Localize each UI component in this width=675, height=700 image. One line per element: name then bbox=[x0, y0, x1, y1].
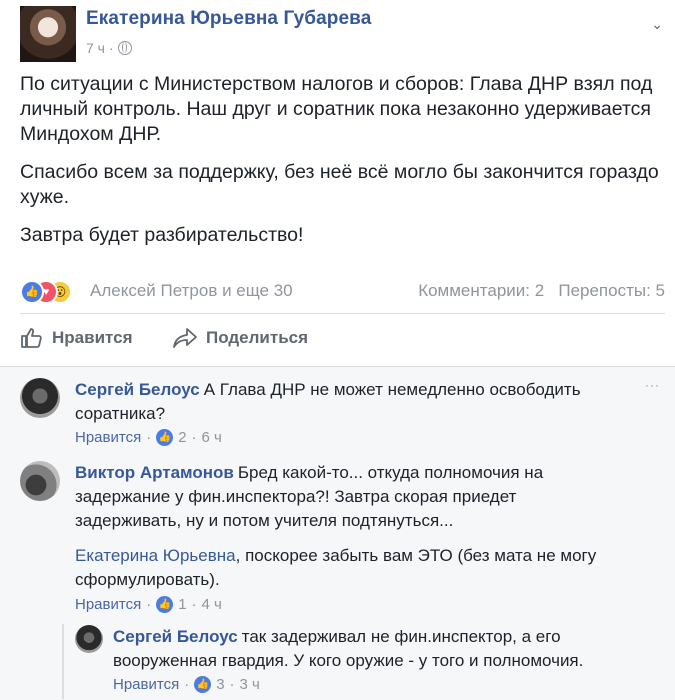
reply-avatar[interactable] bbox=[75, 625, 103, 653]
post-paragraph: Спасибо всем за поддержку, без неё всё м… bbox=[20, 161, 659, 208]
post-header: Екатерина Юрьевна Губарева 7 ч · ⌄ bbox=[20, 6, 665, 62]
comment-body: Виктор Артамонов Бред какой-то... откуда … bbox=[75, 461, 615, 533]
comment-like-count[interactable]: 2 bbox=[178, 429, 186, 446]
reply-body: Сергей Белоус так задерживал не фин.инспе… bbox=[113, 625, 633, 673]
comment-meta: Нравится · 👍 1 · 4 ч bbox=[75, 596, 222, 613]
comment-author[interactable]: Сергей Белоус bbox=[75, 380, 200, 399]
like-count-icon: 👍 bbox=[156, 596, 174, 613]
share-button-label: Поделиться bbox=[206, 328, 309, 347]
like-button[interactable]: Нравится bbox=[20, 326, 133, 350]
comment-options-icon[interactable]: ··· bbox=[645, 378, 660, 392]
post-meta: 7 ч · bbox=[86, 40, 132, 56]
commenter-avatar[interactable] bbox=[20, 378, 60, 418]
comment-meta: Нравится · 👍 2 · 6 ч bbox=[75, 429, 222, 446]
reply-like-link[interactable]: Нравится bbox=[113, 676, 179, 693]
post-time[interactable]: 7 ч bbox=[86, 40, 105, 56]
post-stats: Комментарии: 2 Перепосты: 5 bbox=[418, 281, 665, 301]
meta-dot: · bbox=[146, 429, 152, 446]
comment-like-link[interactable]: Нравится bbox=[75, 429, 141, 446]
thumbs-up-icon bbox=[21, 328, 42, 348]
comment-like-count[interactable]: 1 bbox=[178, 596, 186, 613]
comment-mention[interactable]: Екатерина Юрьевна bbox=[75, 546, 236, 565]
share-arrow-icon bbox=[173, 328, 197, 348]
reply-like-count[interactable]: 3 bbox=[216, 676, 224, 693]
reply-meta: Нравится · 👍 3 · 3 ч bbox=[113, 676, 260, 693]
reply-time[interactable]: 3 ч bbox=[240, 676, 260, 693]
like-count-icon: 👍 bbox=[156, 429, 174, 446]
meta-dot: · bbox=[146, 596, 152, 613]
reply-author[interactable]: Сергей Белоус bbox=[113, 627, 238, 646]
comment-like-link[interactable]: Нравится bbox=[75, 596, 141, 613]
commenter-avatar[interactable] bbox=[20, 461, 60, 501]
like-count-icon: 👍 bbox=[194, 676, 212, 693]
comment-time[interactable]: 6 ч bbox=[202, 429, 222, 446]
share-button[interactable]: Поделиться bbox=[172, 326, 308, 350]
comment-body-2: Екатерина Юрьевна, поскорее забыть вам Э… bbox=[75, 544, 635, 592]
meta-dot: · bbox=[184, 676, 190, 693]
reaction-names[interactable]: Алексей Петров и еще 30 bbox=[90, 281, 293, 301]
comment-body: Сергей Белоус А Глава ДНР не может немедл… bbox=[75, 378, 635, 426]
meta-dot: · bbox=[191, 429, 197, 446]
shares-count-link[interactable]: Перепосты: 5 bbox=[558, 281, 665, 300]
reactions-bar: 👍 ♥ 😮 Алексей Петров и еще 30 Комментари… bbox=[20, 278, 665, 304]
post-body: По ситуации с Министерством налогов и сб… bbox=[20, 72, 660, 261]
post-paragraph: По ситуации с Министерством налогов и сб… bbox=[20, 73, 653, 145]
like-reaction-icon: 👍 bbox=[20, 280, 44, 304]
post-author-name[interactable]: Екатерина Юрьевна Губарева bbox=[86, 8, 371, 30]
reply-thread-line bbox=[62, 624, 64, 699]
globe-icon[interactable] bbox=[117, 41, 132, 55]
comment-author[interactable]: Виктор Артамонов bbox=[75, 463, 234, 482]
post-paragraph: Завтра будет разбирательство! bbox=[20, 224, 304, 246]
divider bbox=[20, 313, 665, 314]
comment-time[interactable]: 4 ч bbox=[202, 596, 222, 613]
meta-dot: · bbox=[229, 676, 235, 693]
author-avatar[interactable] bbox=[20, 6, 76, 62]
comments-count-link[interactable]: Комментарии: 2 bbox=[418, 281, 544, 300]
like-button-label: Нравится bbox=[52, 328, 133, 347]
meta-dot: · bbox=[191, 596, 197, 613]
meta-separator: · bbox=[108, 40, 114, 56]
post-options-chevron-icon[interactable]: ⌄ bbox=[651, 16, 663, 33]
